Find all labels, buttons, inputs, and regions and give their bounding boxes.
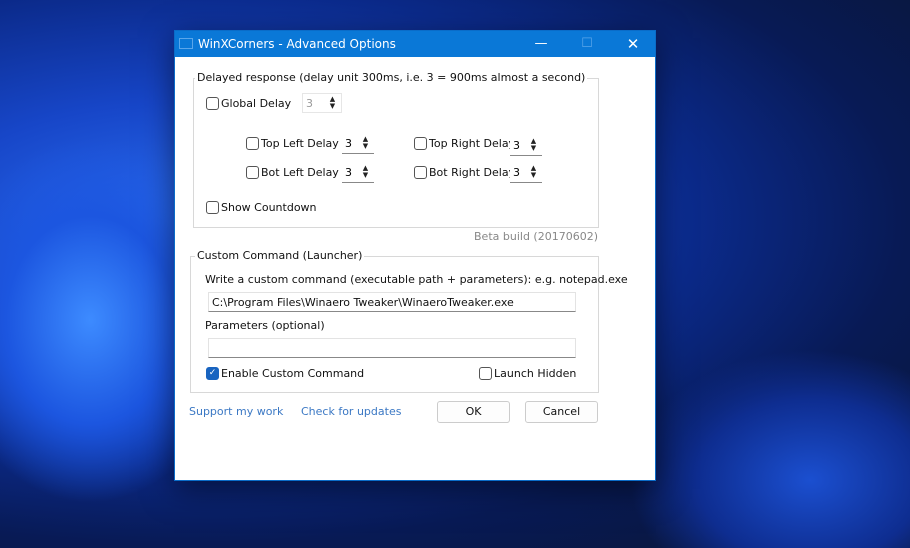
show-countdown-label: Show Countdown [221, 201, 317, 214]
check-updates-link[interactable]: Check for updates [301, 405, 401, 418]
show-countdown-checkbox[interactable] [206, 201, 219, 214]
top-left-delay-value: 3 [345, 137, 352, 150]
top-left-delay-label: Top Left Delay [261, 137, 339, 150]
spin-arrows-icon[interactable]: ▲ ▼ [528, 138, 539, 153]
bot-right-delay-spinner[interactable]: 3 ▲ ▼ [510, 163, 542, 183]
global-delay-checkbox[interactable] [206, 97, 219, 110]
top-right-delay-label: Top Right Delay [429, 137, 516, 150]
command-label: Write a custom command (executable path … [205, 273, 628, 286]
parameters-label: Parameters (optional) [205, 319, 325, 332]
global-delay-spinner[interactable]: 3 ▲ ▼ [302, 93, 342, 113]
close-button[interactable]: ✕ [610, 31, 656, 57]
bot-right-delay-label: Bot Right Delay [429, 166, 516, 179]
top-left-delay-spinner[interactable]: 3 ▲ ▼ [342, 134, 374, 154]
delayed-response-legend: Delayed response (delay unit 300ms, i.e.… [195, 71, 588, 84]
global-delay-value: 3 [306, 97, 313, 110]
launch-hidden-label: Launch Hidden [494, 367, 577, 380]
parameters-input[interactable] [208, 338, 576, 358]
top-right-delay-value: 3 [513, 139, 520, 152]
cancel-button[interactable]: Cancel [525, 401, 598, 423]
spin-arrows-icon[interactable]: ▲ ▼ [528, 165, 539, 180]
spin-arrows-icon[interactable]: ▲ ▼ [360, 165, 371, 180]
command-input[interactable]: C:\Program Files\Winaero Tweaker\Winaero… [208, 292, 576, 312]
maximize-button[interactable]: ☐ [564, 31, 610, 57]
bot-right-delay-value: 3 [513, 166, 520, 179]
support-link[interactable]: Support my work [189, 405, 283, 418]
enable-custom-command-checkbox[interactable]: ✓ [206, 367, 219, 380]
global-delay-label: Global Delay [221, 97, 292, 110]
app-icon [179, 38, 193, 49]
bot-left-delay-value: 3 [345, 166, 352, 179]
spin-arrows-icon[interactable]: ▲ ▼ [327, 96, 338, 111]
minimize-button[interactable]: — [518, 31, 564, 57]
custom-command-legend: Custom Command (Launcher) [195, 249, 365, 262]
bot-left-delay-checkbox[interactable] [246, 166, 259, 179]
top-right-delay-spinner[interactable]: 3 ▲ ▼ [510, 136, 542, 156]
bot-right-delay-checkbox[interactable] [414, 166, 427, 179]
title-bar[interactable]: WinXCorners - Advanced Options — ☐ ✕ [175, 31, 655, 57]
launch-hidden-checkbox[interactable] [479, 367, 492, 380]
bot-left-delay-label: Bot Left Delay [261, 166, 339, 179]
top-right-delay-checkbox[interactable] [414, 137, 427, 150]
advanced-options-dialog: WinXCorners - Advanced Options — ☐ ✕ Del… [174, 30, 656, 481]
build-label: Beta build (20170602) [474, 230, 598, 243]
ok-button[interactable]: OK [437, 401, 510, 423]
window-title: WinXCorners - Advanced Options [198, 37, 396, 51]
top-left-delay-checkbox[interactable] [246, 137, 259, 150]
spin-arrows-icon[interactable]: ▲ ▼ [360, 136, 371, 151]
enable-custom-command-label: Enable Custom Command [221, 367, 365, 380]
bot-left-delay-spinner[interactable]: 3 ▲ ▼ [342, 163, 374, 183]
